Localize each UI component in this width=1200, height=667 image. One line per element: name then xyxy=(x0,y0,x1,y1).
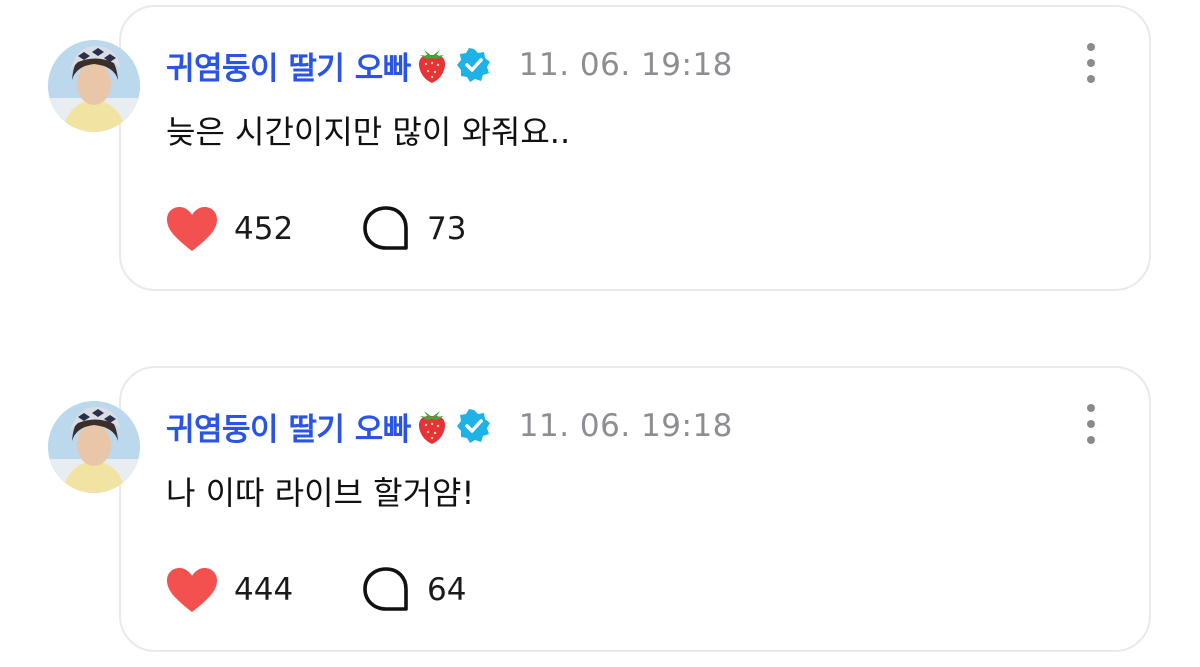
heart-icon xyxy=(167,207,217,251)
post-card: 귀염둥이 딸기 오빠 11. 06. 19:18 늦은 시간이지만 많이 와줘요… xyxy=(48,5,1151,291)
comment-bubble-icon xyxy=(363,206,408,250)
verified-icon xyxy=(456,48,491,82)
like-button[interactable]: 444 xyxy=(166,567,361,613)
like-count: 444 xyxy=(234,572,294,608)
strawberry-icon xyxy=(415,46,449,84)
author-name[interactable]: 귀염둥이 딸기 오빠 xyxy=(166,43,411,88)
avatar[interactable] xyxy=(48,401,140,493)
comment-feed: 귀염둥이 딸기 오빠 11. 06. 19:18 늦은 시간이지만 많이 와줘요… xyxy=(0,0,1200,667)
post-card: 귀염둥이 딸기 오빠 11. 06. 19:18 나 이따 라이브 할거얌! 4… xyxy=(48,366,1151,652)
avatar[interactable] xyxy=(48,40,140,132)
post-actions: 444 64 xyxy=(166,564,466,616)
more-vertical-icon[interactable] xyxy=(1076,404,1106,444)
verified-icon xyxy=(456,409,491,443)
comment-count: 73 xyxy=(427,211,467,247)
heart-icon xyxy=(167,568,217,612)
strawberry-icon xyxy=(415,407,449,445)
comment-bubble-icon xyxy=(363,567,408,611)
author-name[interactable]: 귀염둥이 딸기 오빠 xyxy=(166,404,411,449)
avatar-image xyxy=(48,401,140,493)
comment-button[interactable]: 73 xyxy=(361,204,466,254)
post-timestamp: 11. 06. 19:18 xyxy=(518,47,733,83)
post-actions: 452 73 xyxy=(166,203,466,255)
like-count: 452 xyxy=(234,211,294,247)
comment-button[interactable]: 64 xyxy=(361,565,466,615)
post-text: 늦은 시간이지만 많이 와줘요.. xyxy=(166,113,571,151)
more-vertical-icon[interactable] xyxy=(1076,43,1106,83)
post-header: 귀염둥이 딸기 오빠 11. 06. 19:18 xyxy=(166,402,733,450)
post-header: 귀염둥이 딸기 오빠 11. 06. 19:18 xyxy=(166,41,733,89)
post-text: 나 이따 라이브 할거얌! xyxy=(166,474,475,512)
avatar-image xyxy=(48,40,140,132)
comment-count: 64 xyxy=(427,572,467,608)
like-button[interactable]: 452 xyxy=(166,206,361,252)
post-timestamp: 11. 06. 19:18 xyxy=(518,408,733,444)
